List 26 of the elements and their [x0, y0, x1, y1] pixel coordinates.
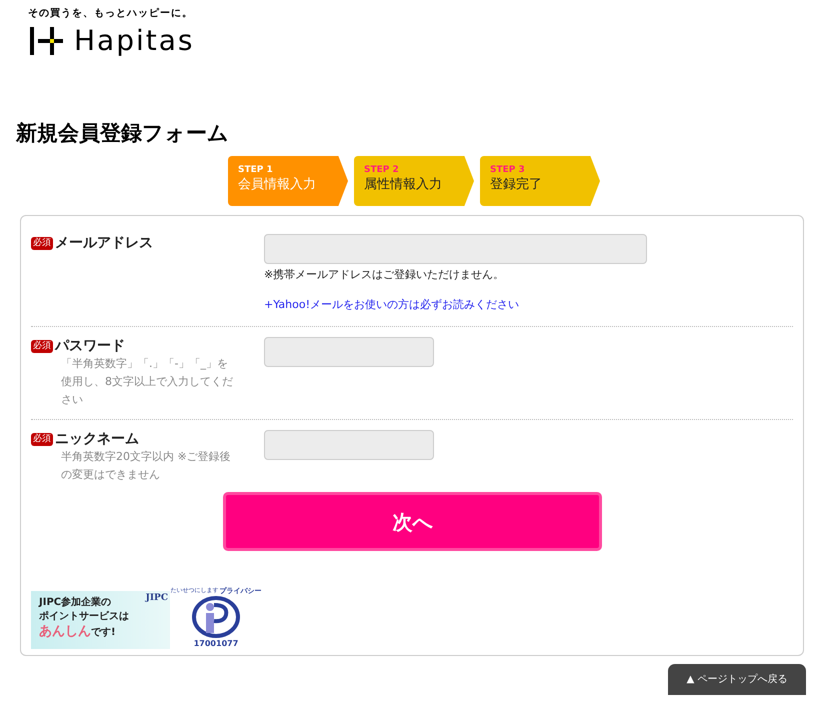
- field-label: パスワード: [55, 337, 125, 355]
- page-title: 新規会員登録フォーム: [14, 120, 230, 147]
- privacy-mark-icon: [190, 595, 242, 639]
- logo-text: Hapitas: [74, 26, 194, 56]
- logo-icon: [28, 26, 64, 56]
- yahoo-mail-link[interactable]: +Yahoo!メールをお使いの方は必ずお読みください: [264, 296, 647, 314]
- next-button[interactable]: 次へ: [223, 492, 602, 551]
- field-label: ニックネーム: [55, 430, 139, 448]
- help-text: 半角英数字20文字以内 ※ご登録後の変更はできません: [61, 449, 232, 483]
- banner-text: です!: [91, 626, 116, 640]
- registration-number: 17001077: [194, 639, 238, 649]
- required-badge: 必須: [31, 432, 53, 446]
- banner-text: JIPC参加企業の: [39, 596, 112, 610]
- banner-text: ポイントサービスは: [39, 610, 129, 624]
- input-field[interactable]: [264, 337, 434, 367]
- tagline: その買うを、もっとハッピーに。: [28, 8, 194, 20]
- banner-text: あんしん: [39, 624, 91, 640]
- input-field[interactable]: [264, 234, 647, 264]
- input-field[interactable]: [264, 430, 434, 460]
- field-label: メールアドレス: [55, 234, 153, 252]
- help-text: 「半角英数字」「.」「-」「_」を使用し、8文字以上で入力してください: [61, 356, 234, 408]
- required-badge: 必須: [31, 236, 53, 250]
- required-badge: 必須: [31, 340, 53, 352]
- page-top-button[interactable]: ▲ ページトップへ戻る: [668, 664, 806, 695]
- note-text: ※携帯メールアドレスはご登録いただけません。: [264, 267, 506, 283]
- brand-text: JIPC: [146, 592, 168, 605]
